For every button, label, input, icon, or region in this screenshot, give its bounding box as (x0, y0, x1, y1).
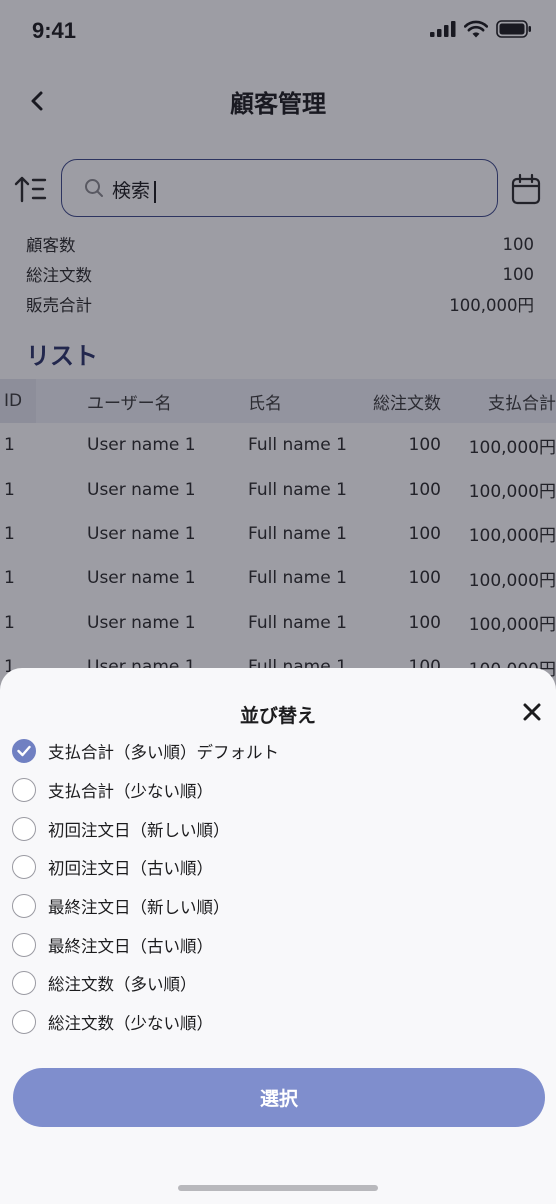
option-label: 総注文数（少ない順） (48, 1014, 213, 1034)
option-label: 初回注文日（新しい順） (48, 820, 230, 840)
option-label: 支払合計（多い順）デフォルト (48, 743, 279, 763)
radio-unchecked[interactable] (12, 1010, 36, 1035)
select-button[interactable]: 選択 (13, 1068, 545, 1127)
radio-unchecked[interactable] (12, 816, 36, 841)
option-label: 総注文数（多い順） (48, 975, 197, 995)
sort-option[interactable]: 総注文数（少ない順） (12, 1003, 532, 1042)
sort-option[interactable]: 最終注文日（新しい順） (12, 887, 532, 926)
option-label: 初回注文日（古い順） (48, 859, 213, 879)
sort-option[interactable]: 初回注文日（古い順） (12, 848, 532, 887)
sort-option[interactable]: 支払合計（少ない順） (12, 771, 532, 810)
option-label: 支払合計（少ない順） (48, 782, 213, 802)
radio-unchecked[interactable] (12, 778, 36, 803)
sheet-title: 並び替え (239, 705, 316, 727)
close-icon (523, 703, 541, 721)
option-label: 最終注文日（古い順） (48, 936, 213, 956)
radio-unchecked[interactable] (12, 932, 36, 957)
sort-option[interactable]: 初回注文日（新しい順） (12, 809, 532, 848)
sort-option[interactable]: 総注文数（多い順） (12, 964, 532, 1003)
customer-management-screen: 9:41 顧客管理 検索 顧客数 100 総注文数 100 販売合計 100,0… (0, 0, 556, 1204)
sort-option[interactable]: 支払合計（多い順）デフォルト (12, 732, 532, 771)
close-button[interactable] (520, 700, 544, 724)
radio-unchecked[interactable] (12, 894, 36, 919)
option-label: 最終注文日（新しい順） (48, 898, 230, 918)
radio-checked[interactable] (12, 739, 36, 764)
home-indicator[interactable] (178, 1185, 378, 1191)
sort-option[interactable]: 最終注文日（古い順） (12, 925, 532, 964)
sort-options: 支払合計（多い順）デフォルト 支払合計（少ない順） 初回注文日（新しい順） 初回… (12, 732, 532, 1042)
check-icon (17, 746, 31, 757)
radio-unchecked[interactable] (12, 855, 36, 880)
radio-unchecked[interactable] (12, 971, 36, 996)
sort-bottom-sheet: 並び替え 支払合計（多い順）デフォルト 支払合計（少ない順） 初回注文日（新しい… (0, 668, 556, 1204)
